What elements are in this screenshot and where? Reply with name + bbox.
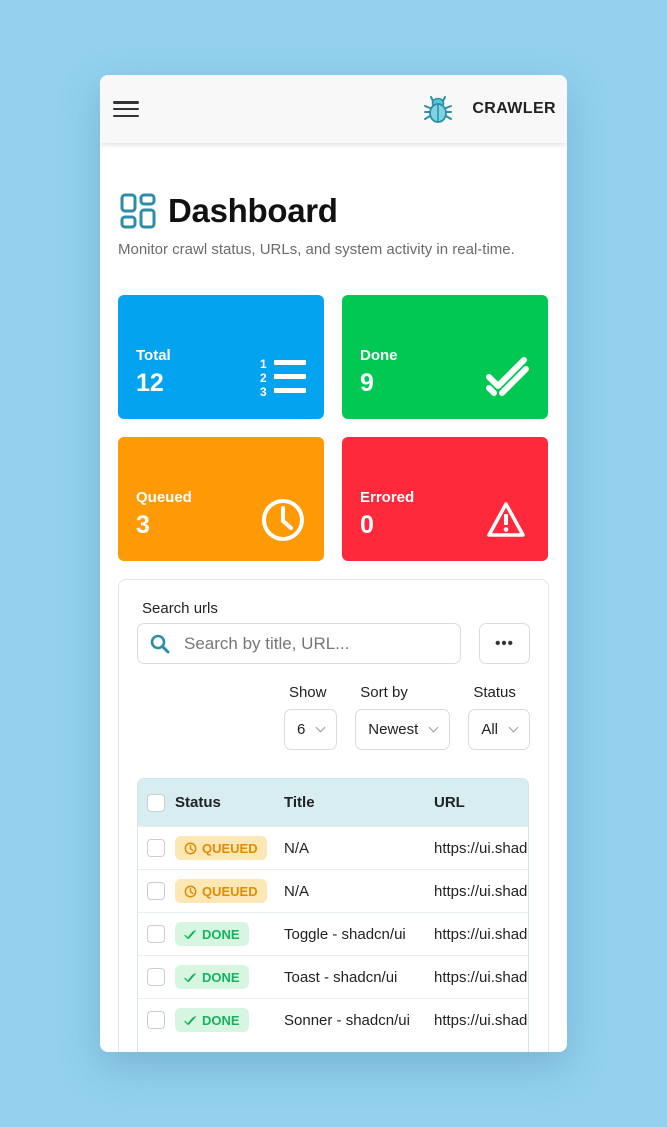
stat-card-total[interactable]: Total 12 123 [118,295,324,419]
status-badge: QUEUED [175,879,267,903]
page-title: Dashboard [168,192,338,229]
more-options-button[interactable]: ••• [479,623,530,664]
show-filter: Show 6 [283,684,338,750]
double-check-icon [184,1015,196,1025]
status-badge: DONE [175,1008,249,1032]
chevron-down-icon [428,722,439,733]
bug-icon [424,96,453,123]
row-title: N/A [284,839,310,857]
sort-select[interactable]: Newest [355,709,451,750]
row-checkbox[interactable] [147,968,165,986]
filters-row: Show 6 Sort by Newest Status All [137,684,530,750]
row-checkbox[interactable] [147,925,165,943]
column-header-title[interactable]: Title [284,794,434,811]
status-badge-label: QUEUED [202,840,258,856]
chevron-down-icon [315,722,326,733]
row-status: DONE [175,1008,284,1032]
search-input[interactable] [184,633,424,654]
row-url[interactable]: https://ui.shadcn.com [434,1012,528,1029]
page-subtitle: Monitor crawl status, URLs, and system a… [118,241,515,258]
svg-text:3: 3 [260,385,267,397]
status-badge: DONE [175,922,249,946]
search-box[interactable] [137,623,461,664]
menu-icon[interactable] [113,99,139,119]
double-check-icon [486,357,529,396]
stats-grid: Total 12 123 Done 9 Queued 3 Errored 0 [118,295,549,561]
status-filter: Status All [468,684,530,750]
table-row[interactable]: DONE Sonner - shadcn/ui https://ui.shadcn.… [138,998,528,1041]
table-row[interactable]: QUEUED N/A https://ui.shadcn.com [138,826,528,869]
status-badge: QUEUED [175,836,267,860]
stat-card-errored[interactable]: Errored 0 [342,437,548,561]
svg-text:2: 2 [260,371,267,385]
row-status: DONE [175,922,284,946]
table-row[interactable]: DONE Toggle - shadcn/ui https://ui.shadcn.… [138,912,528,955]
status-badge-label: DONE [202,926,240,942]
clock-icon [184,842,197,854]
row-status: DONE [175,965,284,989]
row-status: QUEUED [175,836,284,860]
table-body: QUEUED N/A https://ui.shadcn.com QUEUED N/A h… [138,826,528,1041]
select-all-checkbox[interactable] [147,793,165,812]
status-badge-label: DONE [202,969,240,985]
row-title: Toast - shadcn/ui [284,968,398,986]
show-value: 6 [296,721,306,738]
double-check-icon [184,972,196,982]
show-label: Show [288,684,327,701]
row-url[interactable]: https://ui.shadcn.com [434,969,528,986]
row-title: N/A [284,882,310,900]
sort-filter: Sort by Newest [355,684,451,750]
row-url[interactable]: https://ui.shadcn.com [434,926,528,943]
status-select[interactable]: All [468,709,530,750]
table-header: Status Title URL [138,779,528,826]
search-label: Search urls [142,600,218,617]
show-select[interactable]: 6 [283,709,338,750]
stat-card-queued[interactable]: Queued 3 [118,437,324,561]
status-value: All [481,721,498,738]
status-badge-label: QUEUED [202,883,258,899]
main-content: Dashboard Monitor crawl status, URLs, an… [100,191,567,1052]
clock-icon [184,885,197,897]
row-title: Sonner - shadcn/ui [284,1011,410,1029]
row-checkbox[interactable] [147,882,165,900]
row-checkbox[interactable] [147,839,165,857]
column-header-url[interactable]: URL [434,794,528,811]
status-badge-label: DONE [202,1012,240,1028]
status-badge: DONE [175,965,249,989]
page-header: Dashboard [118,191,549,231]
row-checkbox[interactable] [147,1011,165,1029]
app-window: CRAWLER Dashboard Monitor crawl status, … [100,75,567,1052]
row-url[interactable]: https://ui.shadcn.com [434,883,528,900]
search-icon [150,634,170,653]
sort-value: Newest [368,721,419,738]
stat-card-done[interactable]: Done 9 [342,295,548,419]
svg-text:1: 1 [260,357,267,371]
chevron-down-icon [508,722,519,733]
brand-name: CRAWLER [472,100,556,117]
warning-icon [487,502,525,537]
brand[interactable]: CRAWLER [422,93,556,125]
search-row: ••• [137,623,530,664]
row-url[interactable]: https://ui.shadcn.com [434,840,528,857]
table-row[interactable]: QUEUED N/A https://ui.shadcn.com [138,869,528,912]
app-bar: CRAWLER [100,75,567,143]
sort-label: Sort by [360,684,408,701]
status-label: Status [473,684,516,701]
double-check-icon [184,929,196,939]
row-title: Toggle - shadcn/ui [284,925,406,943]
numbered-list-icon: 123 [260,357,306,397]
urls-table: Status Title URL QUEUED N/A https://ui.sha… [137,778,529,1052]
row-status: QUEUED [175,879,284,903]
table-row[interactable]: DONE Toast - shadcn/ui https://ui.shadcn.c… [138,955,528,998]
dashboard-icon [120,193,156,229]
column-header-status[interactable]: Status [175,794,284,811]
urls-panel: Search urls ••• Show 6 [118,579,549,1052]
clock-icon [262,499,304,541]
